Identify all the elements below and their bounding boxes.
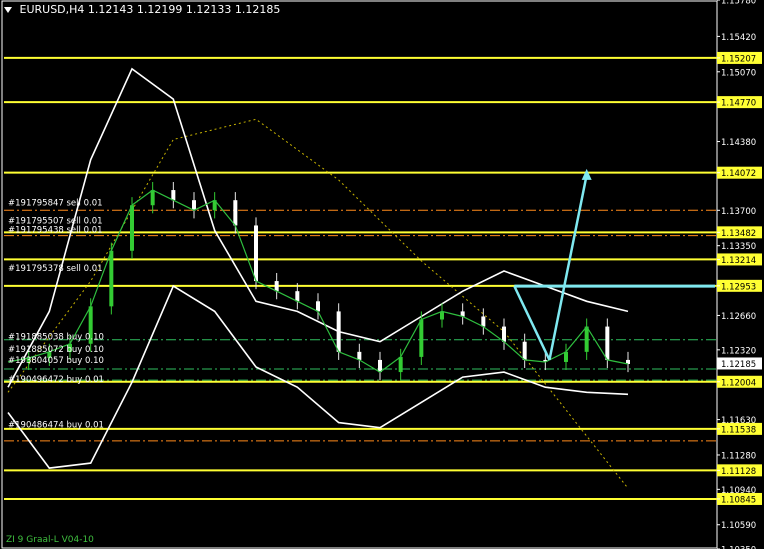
price-axis-label: 1.14072 [721,169,756,179]
candle-body [605,326,610,360]
order-label: #191885072 buy 0.10 [8,345,104,355]
price-chart[interactable]: #191795847 sell 0.01#191795507 sell 0.01… [0,0,764,549]
candle-body [378,359,382,373]
order-label: #191885038 buy 0.10 [8,333,104,343]
candle-body [398,356,403,373]
candle-body [440,311,444,320]
candle-body [150,190,155,206]
order-label: #190486474 buy 0.01 [8,421,104,431]
candle-body [481,316,486,327]
price-axis-label: 1.11538 [721,425,756,435]
price-axis-label: 1.10350 [721,546,756,549]
order-label: #191795438 sell 0.01 [8,226,103,236]
price-axis-label: 1.15420 [721,33,756,43]
candle-body [502,326,506,342]
order-label: #193804057 buy 0.10 [8,356,104,366]
ohlc-values: 1.12143 1.12199 1.12133 1.12185 [87,3,281,16]
candle-body [564,351,568,362]
candle-body [109,250,114,307]
price-axis-label: 1.15070 [721,68,756,78]
chart-header: EURUSD,H4 1.12143 1.12199 1.12133 1.1218… [4,3,280,16]
candle-body [316,301,320,312]
price-axis-label: 1.12185 [721,360,756,370]
price-axis-label: 1.12320 [721,346,756,356]
price-axis-label: 1.15207 [721,54,756,64]
candle-body [171,190,176,201]
candle-body [522,341,527,360]
forecast-arrow-down [513,285,551,361]
arrow-head-icon [581,168,592,180]
dropdown-arrow-icon[interactable] [4,7,12,13]
price-axis-label: 1.10590 [721,521,756,531]
price-axis-label: 1.12953 [721,282,756,292]
candle-body [233,200,238,226]
forecast-arrow-up [548,174,588,361]
price-axis-label: 1.11280 [721,451,756,461]
price-axis-label: 1.14770 [721,99,756,109]
price-axis-label: 1.12660 [721,312,756,322]
price-axis-label: 1.13214 [721,256,756,266]
candle-body [130,205,134,251]
indicator-label: ZI 9 Graal-L V04-10 [6,535,94,545]
price-axis-label: 1.13700 [721,207,756,217]
price-axis-label: 1.11128 [721,467,756,477]
candle-body [295,291,300,302]
price-axis-label: 1.13482 [721,229,756,239]
order-label: #190496472 buy 0.01 [8,375,104,385]
chart-area[interactable]: #191795847 sell 0.01 #191795507 sell 0.01… [0,0,764,549]
candle-body [336,311,341,352]
order-label: #191795847 sell 0.01 [8,198,103,208]
candle-body [419,319,424,357]
symbol-label: EURUSD,H4 [19,3,85,16]
price-axis-label: 1.10845 [721,495,756,505]
candle-body [274,281,279,292]
price-axis-label: 1.13350 [721,242,756,252]
price-axis-label: 1.12004 [721,378,756,388]
candle-body [192,200,196,211]
order-label: #191795378 sell 0.01 [8,264,103,274]
price-axis-label: 1.15780 [721,0,756,7]
candle-body [584,326,589,352]
price-axis-label: 1.14380 [721,138,756,148]
candle-body [254,225,258,282]
